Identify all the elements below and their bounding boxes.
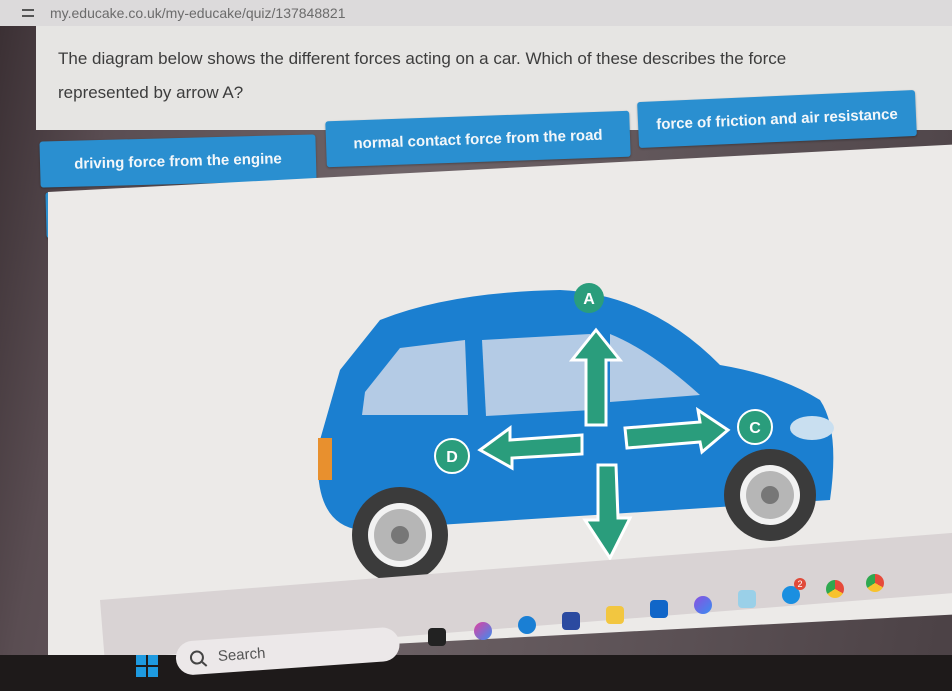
chrome-profile-icon[interactable] bbox=[866, 574, 884, 592]
address-bar[interactable]: my.educake.co.uk/my-educake/quiz/1378488… bbox=[0, 0, 952, 26]
label-d: D bbox=[434, 438, 470, 474]
task-view-icon[interactable] bbox=[428, 628, 446, 646]
windows-logo-icon bbox=[136, 655, 146, 665]
edge-icon[interactable] bbox=[518, 616, 536, 634]
answer-label: normal contact force from the road bbox=[353, 126, 603, 152]
chrome-icon[interactable] bbox=[826, 580, 844, 598]
search-placeholder: Search bbox=[217, 644, 266, 665]
svg-text:D: D bbox=[446, 449, 458, 466]
snipping-tool-icon[interactable] bbox=[738, 590, 756, 608]
skype-badge: 2 bbox=[794, 578, 806, 590]
answer-label: driving force from the engine bbox=[74, 149, 282, 173]
tune-icon[interactable] bbox=[22, 7, 36, 19]
start-button[interactable] bbox=[136, 655, 158, 677]
copilot-app-icon[interactable] bbox=[694, 596, 712, 614]
svg-text:A: A bbox=[583, 291, 595, 308]
svg-text:C: C bbox=[749, 420, 761, 437]
url-text: my.educake.co.uk/my-educake/quiz/1378488… bbox=[50, 5, 346, 21]
label-c: C bbox=[737, 409, 773, 445]
label-a: A bbox=[574, 283, 604, 313]
outlook-icon[interactable] bbox=[650, 600, 668, 618]
url-field[interactable]: my.educake.co.uk/my-educake/quiz/1378488… bbox=[14, 2, 353, 24]
answer-label: force of friction and air resistance bbox=[655, 105, 899, 133]
search-icon bbox=[189, 650, 205, 666]
file-explorer-icon[interactable] bbox=[606, 606, 624, 624]
store-icon[interactable] bbox=[562, 612, 580, 630]
answer-button-normal-contact[interactable]: normal contact force from the road bbox=[325, 110, 631, 168]
copilot-icon[interactable] bbox=[474, 622, 492, 640]
